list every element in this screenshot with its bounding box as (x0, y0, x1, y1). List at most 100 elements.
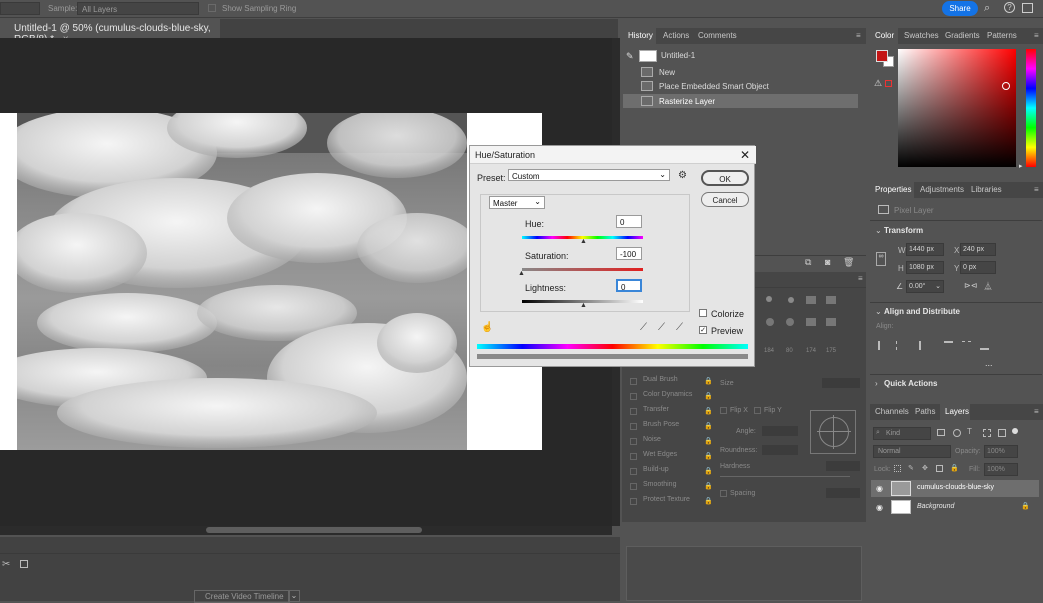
brush-tip[interactable] (786, 318, 794, 326)
camera-icon[interactable]: ◙ (825, 257, 830, 267)
color-field[interactable] (898, 49, 1016, 167)
transition-icon[interactable] (20, 560, 28, 568)
preset-dropdown[interactable]: Custom ⌄ (508, 169, 670, 181)
warning-icon[interactable]: ⚠ (874, 78, 882, 89)
brush-option-checkbox[interactable] (630, 423, 637, 430)
brush-tip[interactable] (806, 318, 816, 326)
fill-field[interactable]: 100% (984, 463, 1018, 476)
cancel-button[interactable]: Cancel (701, 192, 749, 207)
flip-vertical-icon[interactable]: ⏅ (984, 281, 992, 292)
more-options-button[interactable]: ... (985, 358, 993, 368)
history-step[interactable]: Place Embedded Smart Object (623, 79, 858, 93)
brush-option-checkbox[interactable] (630, 453, 637, 460)
lock-icon[interactable]: 🔒 (704, 392, 713, 400)
brush-option-checkbox[interactable] (630, 483, 637, 490)
tab-history[interactable]: History (628, 31, 653, 40)
brush-option[interactable]: Dual Brush 🔒 (630, 376, 713, 389)
ok-button[interactable]: OK (701, 170, 749, 186)
brush-option[interactable]: Wet Edges 🔒 (630, 451, 713, 464)
color-picker-cursor[interactable] (1002, 82, 1010, 90)
tab-layers[interactable]: Layers (945, 407, 969, 416)
x-field[interactable]: 240 px (960, 243, 996, 256)
filter-smart-object-icon[interactable] (998, 429, 1006, 437)
brush-option[interactable]: Brush Pose 🔒 (630, 421, 713, 434)
tab-patterns[interactable]: Patterns (987, 31, 1017, 40)
close-icon[interactable]: ✕ (740, 148, 750, 162)
filter-pixel-icon[interactable] (937, 429, 945, 436)
scissors-icon[interactable]: ✂ (2, 559, 10, 570)
lock-icon[interactable]: 🔒 (704, 407, 713, 415)
flip-x-checkbox[interactable] (720, 407, 727, 414)
brush-angle-preview[interactable] (810, 410, 856, 454)
tab-libraries[interactable]: Libraries (971, 185, 1002, 194)
align-left-icon[interactable] (878, 341, 887, 350)
lightness-input[interactable]: 0 (616, 279, 642, 292)
saturation-slider-handle[interactable]: ▲ (518, 270, 525, 277)
chevron-down-icon[interactable]: ⌄ (875, 307, 882, 316)
tool-preset-dropdown[interactable] (0, 2, 40, 15)
tab-comments[interactable]: Comments (698, 31, 737, 40)
brush-option-checkbox[interactable] (630, 498, 637, 505)
history-step[interactable]: New (623, 65, 858, 79)
tab-gradients[interactable]: Gradients (945, 31, 980, 40)
lightness-slider-handle[interactable]: ▲ (580, 302, 587, 309)
sample-dropdown[interactable]: All Layers (77, 2, 199, 15)
create-video-timeline-button[interactable]: Create Video Timeline (194, 590, 290, 603)
opacity-field[interactable]: 100% (984, 445, 1018, 458)
document-tab[interactable]: Untitled-1 @ 50% (cumulus-clouds-blue-sk… (0, 19, 220, 45)
lock-artboard-icon[interactable] (936, 465, 943, 472)
history-snapshot[interactable]: ✎ Untitled-1 (623, 48, 858, 64)
lock-position-icon[interactable]: ✥ (922, 464, 928, 472)
brush-option[interactable]: Build-up 🔒 (630, 466, 713, 479)
gear-icon[interactable]: ⚙ (678, 170, 687, 181)
history-step-selected[interactable]: Rasterize Layer (623, 94, 858, 108)
tab-channels[interactable]: Channels (875, 407, 909, 416)
panel-menu-icon[interactable]: ≡ (856, 31, 861, 40)
brush-tip[interactable] (766, 318, 774, 326)
lock-icon[interactable]: 🔒 (704, 482, 713, 490)
chevron-down-icon[interactable]: ⌄ (288, 590, 300, 602)
lock-icon[interactable]: 🔒 (704, 437, 713, 445)
eyedropper-minus-icon[interactable]: ⟋ (676, 322, 683, 333)
tab-adjustments[interactable]: Adjustments (920, 185, 964, 194)
saturation-input[interactable]: -100 (616, 247, 642, 260)
tab-paths[interactable]: Paths (915, 407, 935, 416)
new-document-icon[interactable]: ⧉ (805, 257, 811, 268)
filter-adjustment-icon[interactable] (953, 429, 961, 437)
blend-mode-dropdown[interactable]: Normal (873, 445, 951, 458)
search-icon[interactable]: ⌕ (984, 2, 990, 15)
hue-slider-handle[interactable]: ▲ (580, 238, 587, 245)
saturation-track[interactable] (522, 268, 643, 271)
colorize-checkbox[interactable] (699, 309, 707, 317)
foreground-color-swatch[interactable] (876, 50, 888, 62)
horizontal-scroll-thumb[interactable] (206, 527, 422, 533)
align-bottom-icon[interactable] (980, 341, 989, 350)
lock-all-icon[interactable]: 🔒 (950, 464, 959, 472)
layer-row[interactable]: ◉ Background 🔒 (871, 499, 1039, 516)
tab-color[interactable]: Color (875, 31, 894, 40)
y-field[interactable]: 0 px (960, 261, 996, 274)
brush-tip[interactable] (826, 296, 836, 304)
lock-icon[interactable]: 🔒 (704, 377, 713, 385)
brush-tip[interactable] (826, 318, 836, 326)
chevron-down-icon[interactable]: ⌄ (935, 282, 941, 290)
lock-icon[interactable]: 🔒 (704, 452, 713, 460)
panel-menu-icon[interactable]: ≡ (1034, 407, 1039, 416)
brush-option-checkbox[interactable] (630, 393, 637, 400)
brush-option-checkbox[interactable] (630, 438, 637, 445)
width-field[interactable]: 1440 px (906, 243, 944, 256)
hue-input[interactable]: 0 (616, 215, 642, 228)
eye-icon[interactable]: ◉ (876, 503, 883, 512)
brush-option-checkbox[interactable] (630, 378, 637, 385)
brush-tip[interactable] (806, 296, 816, 304)
show-sampling-ring-checkbox[interactable] (208, 4, 216, 12)
lock-transparency-icon[interactable] (894, 465, 901, 472)
brush-tip-grid[interactable]: 184 80 174 175 (762, 296, 852, 372)
help-icon[interactable]: ? (1004, 2, 1015, 13)
panel-menu-icon[interactable]: ≡ (1034, 185, 1039, 194)
chevron-down-icon[interactable]: ⌄ (875, 226, 882, 235)
brush-tip[interactable] (788, 297, 794, 303)
flip-y-checkbox[interactable] (754, 407, 761, 414)
brush-tip[interactable] (766, 296, 772, 302)
layer-name[interactable]: Background (917, 503, 954, 510)
